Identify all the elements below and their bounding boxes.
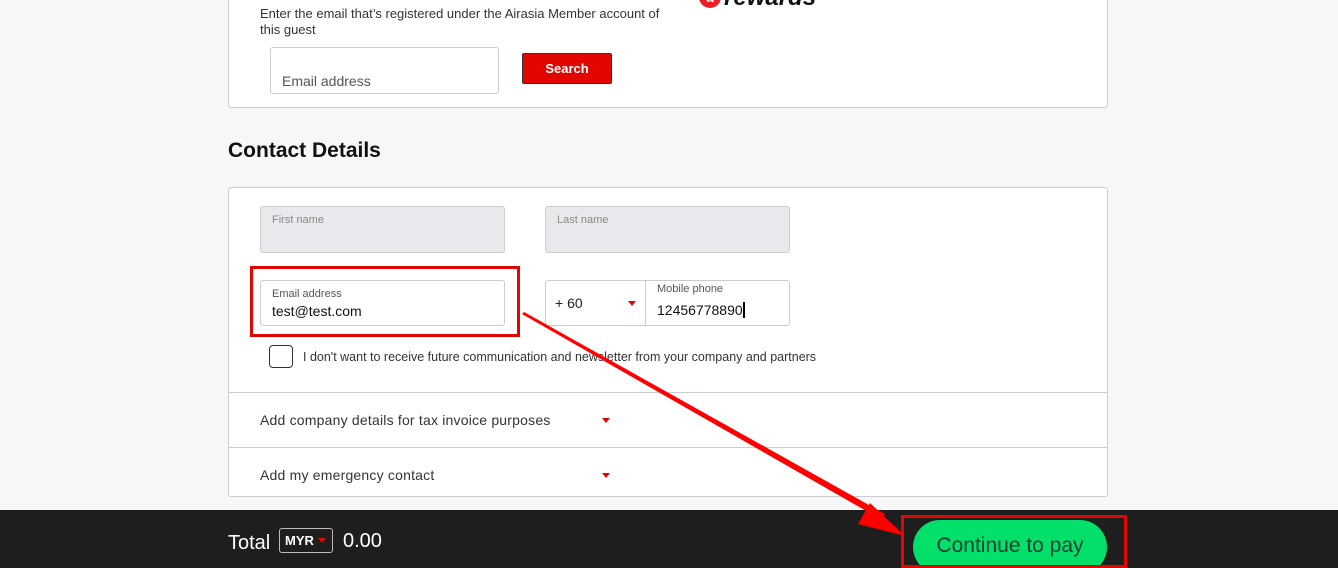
mobile-phone-label: Mobile phone	[657, 283, 724, 295]
text-cursor	[742, 302, 745, 318]
accordion-company-details-label: Add company details for tax invoice purp…	[260, 412, 551, 428]
newsletter-optout-checkbox[interactable]	[269, 345, 293, 368]
accordion-emergency-contact[interactable]: Add my emergency contact	[229, 447, 1107, 502]
member-email-placeholder: Email address	[282, 73, 371, 89]
last-name-field[interactable]: Last name	[545, 206, 790, 253]
member-lookup-card: Enter the email that’s registered under …	[228, 0, 1108, 108]
caret-down-icon	[317, 538, 326, 543]
currency-select[interactable]: MYR	[279, 528, 333, 553]
caret-down-icon	[602, 473, 610, 478]
caret-down-icon	[602, 418, 610, 423]
accordion-emergency-contact-label: Add my emergency contact	[260, 467, 435, 483]
search-button[interactable]: Search	[522, 53, 612, 84]
email-label: Email address	[272, 288, 342, 300]
first-name-field[interactable]: First name	[260, 206, 505, 253]
email-value: test@test.com	[272, 303, 362, 319]
airasia-rewards-logo: a rewards	[699, 0, 816, 10]
rewards-logo-icon: a	[699, 0, 721, 8]
contact-details-title: Contact Details	[228, 139, 381, 162]
caret-down-icon	[628, 301, 636, 306]
last-name-label: Last name	[557, 214, 609, 226]
continue-to-pay-button[interactable]: Continue to pay	[913, 520, 1107, 568]
country-code-value: + 60	[555, 295, 583, 311]
mobile-phone-field[interactable]: Mobile phone 12456778890	[646, 281, 789, 325]
mobile-phone-value: 12456778890	[657, 302, 745, 318]
footer-total-bar: Total MYR 0.00 Continue to pay	[0, 510, 1338, 568]
currency-value: MYR	[285, 533, 314, 548]
total-label: Total	[228, 532, 271, 554]
member-email-input[interactable]: Email address	[270, 47, 499, 94]
newsletter-optout: I don't want to receive future communica…	[269, 345, 816, 368]
total-amount: 0.00	[343, 530, 382, 552]
first-name-label: First name	[272, 214, 324, 226]
country-code-select[interactable]: + 60	[546, 281, 646, 325]
accordion-company-details[interactable]: Add company details for tax invoice purp…	[229, 392, 1107, 447]
email-field[interactable]: Email address test@test.com	[260, 280, 505, 326]
phone-group: + 60 Mobile phone 12456778890	[545, 280, 790, 326]
contact-details-card: First name Last name Email address test@…	[228, 187, 1108, 497]
member-lookup-hint: Enter the email that’s registered under …	[260, 6, 660, 37]
rewards-logo-text: rewards	[724, 0, 816, 10]
newsletter-optout-label: I don't want to receive future communica…	[303, 349, 817, 364]
